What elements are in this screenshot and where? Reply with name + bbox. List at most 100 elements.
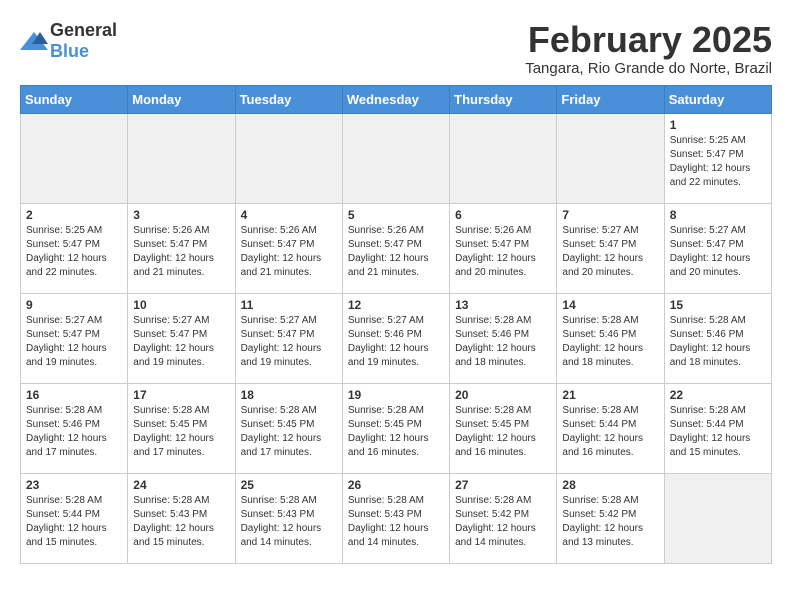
week-row-5: 23 Sunrise: 5:28 AM Sunset: 5:44 PM Dayli… xyxy=(21,473,772,563)
weekday-header-thursday: Thursday xyxy=(450,85,557,113)
calendar-cell: 16 Sunrise: 5:28 AM Sunset: 5:46 PM Dayli… xyxy=(21,383,128,473)
day-number: 18 xyxy=(241,388,337,402)
day-info: Sunrise: 5:28 AM Sunset: 5:43 PM Dayligh… xyxy=(133,494,229,550)
day-number: 3 xyxy=(133,208,229,222)
logo: General Blue xyxy=(20,20,117,62)
day-info: Sunrise: 5:28 AM Sunset: 5:42 PM Dayligh… xyxy=(562,494,658,550)
day-info: Sunrise: 5:27 AM Sunset: 5:47 PM Dayligh… xyxy=(133,314,229,370)
calendar-cell xyxy=(128,113,235,203)
logo-blue: Blue xyxy=(50,41,89,61)
day-number: 8 xyxy=(670,208,766,222)
day-number: 22 xyxy=(670,388,766,402)
day-number: 19 xyxy=(348,388,444,402)
day-info: Sunrise: 5:28 AM Sunset: 5:44 PM Dayligh… xyxy=(26,494,122,550)
day-number: 21 xyxy=(562,388,658,402)
day-info: Sunrise: 5:25 AM Sunset: 5:47 PM Dayligh… xyxy=(26,224,122,280)
day-number: 5 xyxy=(348,208,444,222)
day-info: Sunrise: 5:28 AM Sunset: 5:44 PM Dayligh… xyxy=(670,404,766,460)
day-info: Sunrise: 5:26 AM Sunset: 5:47 PM Dayligh… xyxy=(348,224,444,280)
day-number: 26 xyxy=(348,478,444,492)
page-header: General Blue February 2025 Tangara, Rio … xyxy=(20,20,772,77)
day-number: 16 xyxy=(26,388,122,402)
day-number: 12 xyxy=(348,298,444,312)
day-number: 2 xyxy=(26,208,122,222)
calendar-cell: 25 Sunrise: 5:28 AM Sunset: 5:43 PM Dayli… xyxy=(235,473,342,563)
day-info: Sunrise: 5:25 AM Sunset: 5:47 PM Dayligh… xyxy=(670,134,766,190)
day-info: Sunrise: 5:28 AM Sunset: 5:45 PM Dayligh… xyxy=(455,404,551,460)
calendar-cell: 22 Sunrise: 5:28 AM Sunset: 5:44 PM Dayli… xyxy=(664,383,771,473)
day-info: Sunrise: 5:28 AM Sunset: 5:46 PM Dayligh… xyxy=(455,314,551,370)
day-number: 15 xyxy=(670,298,766,312)
day-info: Sunrise: 5:27 AM Sunset: 5:46 PM Dayligh… xyxy=(348,314,444,370)
calendar-cell: 8 Sunrise: 5:27 AM Sunset: 5:47 PM Daylig… xyxy=(664,203,771,293)
location-title: Tangara, Rio Grande do Norte, Brazil xyxy=(525,60,772,77)
calendar-cell xyxy=(235,113,342,203)
calendar-cell: 7Sunrise: 5:27 AM Sunset: 5:47 PM Daylig… xyxy=(557,203,664,293)
weekday-header-sunday: Sunday xyxy=(21,85,128,113)
calendar-cell: 19Sunrise: 5:28 AM Sunset: 5:45 PM Dayli… xyxy=(342,383,449,473)
calendar-cell: 28 Sunrise: 5:28 AM Sunset: 5:42 PM Dayli… xyxy=(557,473,664,563)
calendar-cell: 6 Sunrise: 5:26 AM Sunset: 5:47 PM Daylig… xyxy=(450,203,557,293)
day-info: Sunrise: 5:27 AM Sunset: 5:47 PM Dayligh… xyxy=(562,224,658,280)
calendar-cell: 18 Sunrise: 5:28 AM Sunset: 5:45 PM Dayli… xyxy=(235,383,342,473)
day-info: Sunrise: 5:28 AM Sunset: 5:43 PM Dayligh… xyxy=(348,494,444,550)
day-info: Sunrise: 5:26 AM Sunset: 5:47 PM Dayligh… xyxy=(455,224,551,280)
weekday-header-wednesday: Wednesday xyxy=(342,85,449,113)
day-number: 4 xyxy=(241,208,337,222)
calendar-cell: 15Sunrise: 5:28 AM Sunset: 5:46 PM Dayli… xyxy=(664,293,771,383)
day-info: Sunrise: 5:28 AM Sunset: 5:44 PM Dayligh… xyxy=(562,404,658,460)
week-row-1: 1 Sunrise: 5:25 AM Sunset: 5:47 PM Daylig… xyxy=(21,113,772,203)
month-title: February 2025 xyxy=(525,20,772,60)
day-info: Sunrise: 5:28 AM Sunset: 5:46 PM Dayligh… xyxy=(26,404,122,460)
logo-general: General xyxy=(50,20,117,40)
day-number: 25 xyxy=(241,478,337,492)
calendar-cell: 21 Sunrise: 5:28 AM Sunset: 5:44 PM Dayli… xyxy=(557,383,664,473)
day-number: 13 xyxy=(455,298,551,312)
logo-icon xyxy=(20,30,48,52)
day-info: Sunrise: 5:27 AM Sunset: 5:47 PM Dayligh… xyxy=(241,314,337,370)
day-info: Sunrise: 5:27 AM Sunset: 5:47 PM Dayligh… xyxy=(26,314,122,370)
calendar-cell: 1 Sunrise: 5:25 AM Sunset: 5:47 PM Daylig… xyxy=(664,113,771,203)
day-number: 27 xyxy=(455,478,551,492)
weekday-header-tuesday: Tuesday xyxy=(235,85,342,113)
title-block: February 2025 Tangara, Rio Grande do Nor… xyxy=(525,20,772,77)
day-info: Sunrise: 5:26 AM Sunset: 5:47 PM Dayligh… xyxy=(133,224,229,280)
day-info: Sunrise: 5:28 AM Sunset: 5:42 PM Dayligh… xyxy=(455,494,551,550)
day-number: 23 xyxy=(26,478,122,492)
weekday-header-monday: Monday xyxy=(128,85,235,113)
week-row-4: 16 Sunrise: 5:28 AM Sunset: 5:46 PM Dayli… xyxy=(21,383,772,473)
day-number: 10 xyxy=(133,298,229,312)
calendar-cell: 12 Sunrise: 5:27 AM Sunset: 5:46 PM Dayli… xyxy=(342,293,449,383)
calendar-cell: 9 Sunrise: 5:27 AM Sunset: 5:47 PM Daylig… xyxy=(21,293,128,383)
calendar-cell: 27 Sunrise: 5:28 AM Sunset: 5:42 PM Dayli… xyxy=(450,473,557,563)
day-number: 9 xyxy=(26,298,122,312)
calendar-cell: 11Sunrise: 5:27 AM Sunset: 5:47 PM Dayli… xyxy=(235,293,342,383)
week-row-3: 9 Sunrise: 5:27 AM Sunset: 5:47 PM Daylig… xyxy=(21,293,772,383)
day-info: Sunrise: 5:28 AM Sunset: 5:43 PM Dayligh… xyxy=(241,494,337,550)
day-info: Sunrise: 5:28 AM Sunset: 5:45 PM Dayligh… xyxy=(133,404,229,460)
day-number: 28 xyxy=(562,478,658,492)
calendar-cell xyxy=(21,113,128,203)
day-info: Sunrise: 5:27 AM Sunset: 5:47 PM Dayligh… xyxy=(670,224,766,280)
calendar-cell: 26 Sunrise: 5:28 AM Sunset: 5:43 PM Dayli… xyxy=(342,473,449,563)
calendar-cell xyxy=(557,113,664,203)
weekday-header-row: SundayMondayTuesdayWednesdayThursdayFrid… xyxy=(21,85,772,113)
calendar-cell: 3 Sunrise: 5:26 AM Sunset: 5:47 PM Daylig… xyxy=(128,203,235,293)
day-number: 14 xyxy=(562,298,658,312)
calendar-cell xyxy=(664,473,771,563)
calendar-cell: 10 Sunrise: 5:27 AM Sunset: 5:47 PM Dayli… xyxy=(128,293,235,383)
calendar-cell: 13 Sunrise: 5:28 AM Sunset: 5:46 PM Dayli… xyxy=(450,293,557,383)
calendar-cell: 23 Sunrise: 5:28 AM Sunset: 5:44 PM Dayli… xyxy=(21,473,128,563)
day-number: 6 xyxy=(455,208,551,222)
calendar-table: SundayMondayTuesdayWednesdayThursdayFrid… xyxy=(20,85,772,564)
day-info: Sunrise: 5:28 AM Sunset: 5:46 PM Dayligh… xyxy=(562,314,658,370)
calendar-cell xyxy=(450,113,557,203)
day-number: 1 xyxy=(670,118,766,132)
calendar-cell: 2 Sunrise: 5:25 AM Sunset: 5:47 PM Daylig… xyxy=(21,203,128,293)
day-number: 24 xyxy=(133,478,229,492)
day-info: Sunrise: 5:28 AM Sunset: 5:45 PM Dayligh… xyxy=(241,404,337,460)
calendar-cell xyxy=(342,113,449,203)
week-row-2: 2 Sunrise: 5:25 AM Sunset: 5:47 PM Daylig… xyxy=(21,203,772,293)
calendar-cell: 5 Sunrise: 5:26 AM Sunset: 5:47 PM Daylig… xyxy=(342,203,449,293)
day-number: 17 xyxy=(133,388,229,402)
